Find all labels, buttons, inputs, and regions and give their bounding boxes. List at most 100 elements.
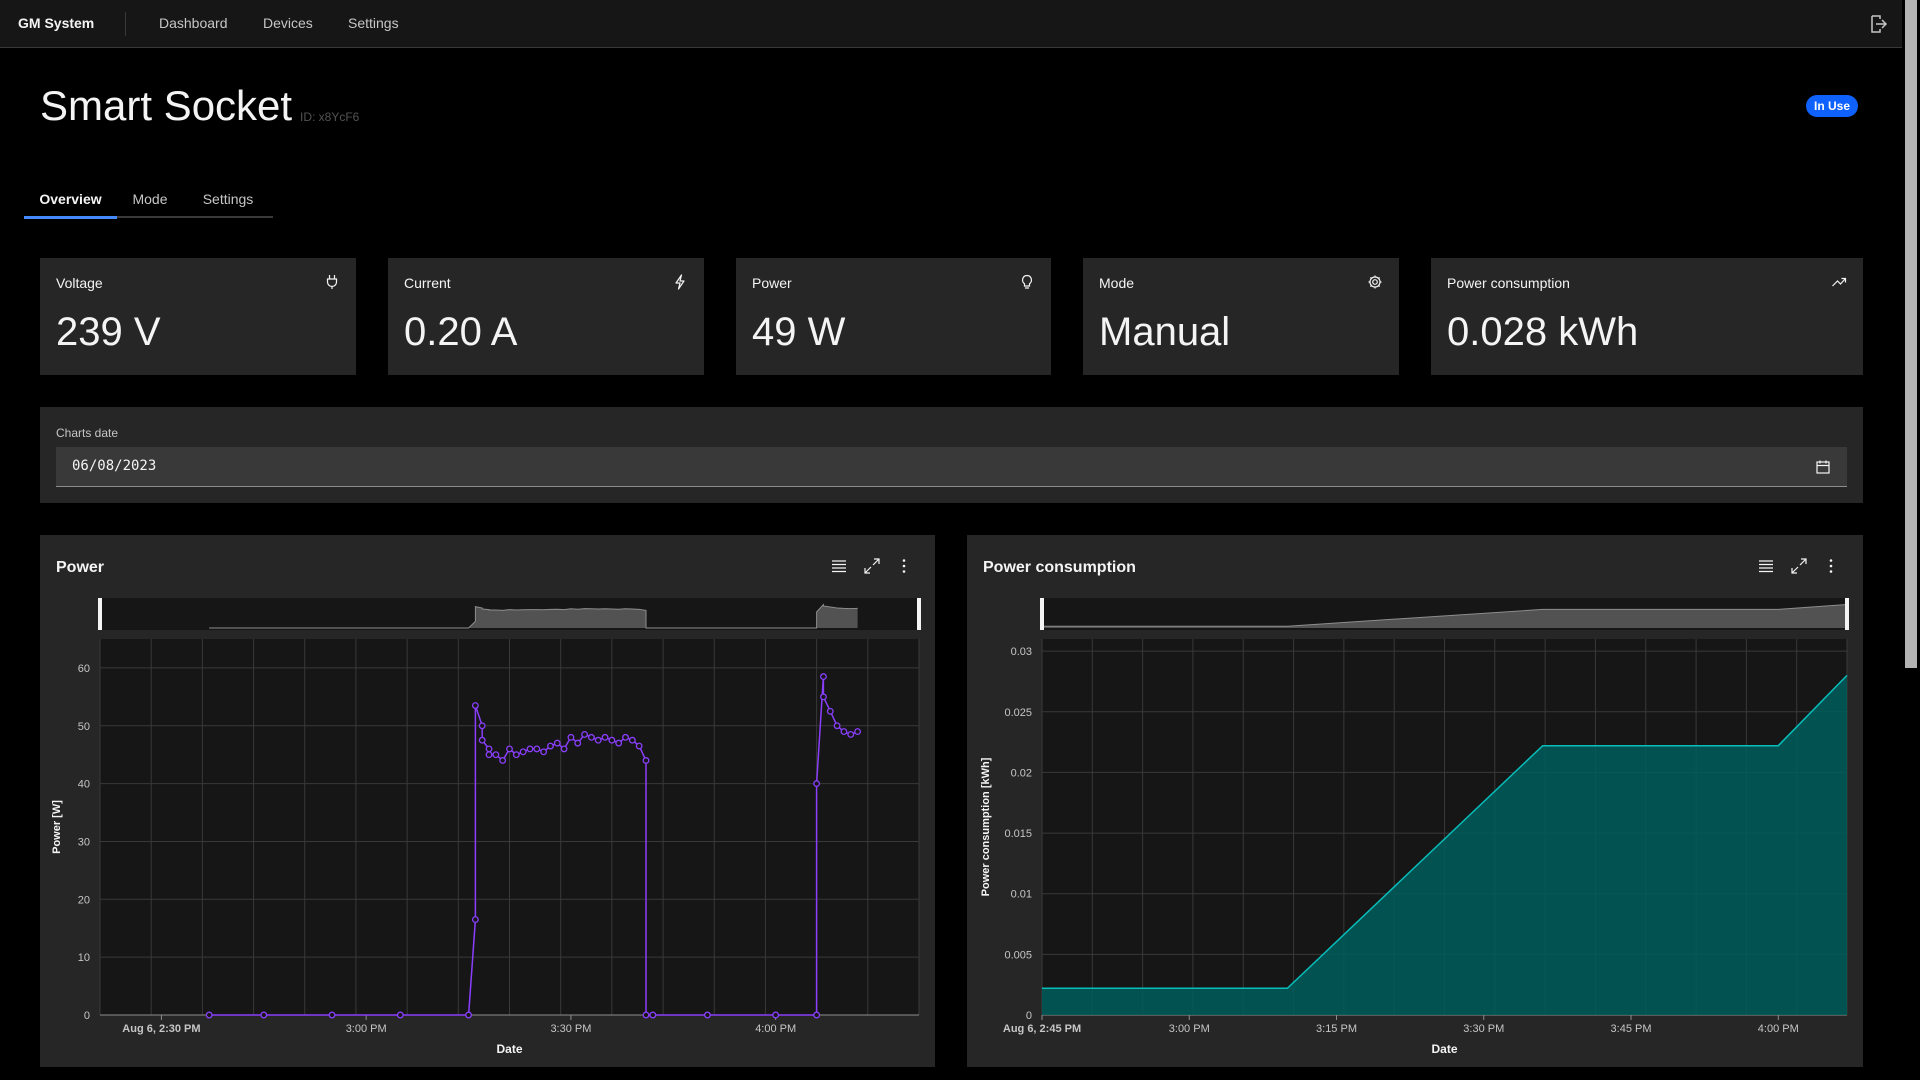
data-point [205,1011,213,1019]
navigator-handle-right [1845,598,1849,630]
x-tick-label: Aug 6, 2:45 PM [1003,1023,1081,1035]
status-badge: In Use [1806,95,1859,117]
nav-dashboard[interactable]: Dashboard [159,15,228,31]
data-point [820,673,827,681]
data-point [396,1011,404,1019]
data-point [526,745,534,753]
x-tick-label: 3:15 PM [1316,1023,1357,1035]
data-point [478,736,486,744]
scrollbar-thumb[interactable] [1905,0,1917,668]
data-point [642,1011,650,1019]
y-tick-label: 0.025 [1004,707,1032,719]
y-tick-label: 0.005 [1004,949,1032,961]
data-point [608,736,616,744]
data-point [703,1011,711,1019]
data-point [506,745,513,753]
date-label: Charts date [56,426,119,440]
card-title: Power consumption [1447,275,1570,291]
x-axis-title: Date [1431,1042,1457,1056]
gear-icon [1368,275,1382,289]
card-power: Power 49 W [736,258,1051,375]
y-axis-title: Power consumption [kWh] [980,757,992,896]
y-tick-label: 0 [84,1010,90,1022]
y-tick-label: 20 [78,894,90,906]
consumption-chart-panel: Power consumption 0 0.005 0.01 0.015 0.02 0.0… [967,535,1863,1067]
data-point [478,722,486,730]
power-chart-panel: Power 0 10 20 30 40 50 60 Aug 6, 2:30 PM 3:00 PM… [40,535,935,1067]
navigator-handle-right [917,598,921,630]
card-value: Manual [1099,310,1231,354]
data-point [328,1011,336,1019]
date-input[interactable]: 06/08/2023 [56,447,1847,487]
data-point [512,751,520,759]
data-point [499,757,507,764]
data-point [492,751,500,759]
y-tick-label: 0.03 [1011,646,1032,658]
data-point [813,1011,821,1019]
card-title: Voltage [56,275,103,291]
power-chart: 0 10 20 30 40 50 60 Aug 6, 2:30 PM 3:00 PM 3:30 P… [51,598,921,1056]
y-tick-label: 0.02 [1011,767,1032,779]
card-value: 0.028 kWh [1447,310,1639,354]
data-point [649,1011,657,1019]
top-bar: GM System Dashboard Devices Settings [0,0,1920,48]
y-tick-label: 60 [78,663,90,675]
tab-mode[interactable]: Mode [117,184,183,218]
nav-settings[interactable]: Settings [348,15,399,31]
data-point [471,916,479,924]
logout-icon[interactable] [1868,14,1888,34]
data-point [540,748,548,756]
data-point [471,702,479,709]
trend-up-icon [1832,277,1847,287]
card-title: Current [404,275,451,291]
calendar-icon[interactable] [1815,459,1831,475]
date-value[interactable]: 06/08/2023 [72,458,156,474]
data-point [594,736,602,744]
x-tick-label: Aug 6, 2:30 PM [122,1023,200,1035]
data-point [635,742,643,750]
data-point [642,757,650,764]
data-point [772,1011,780,1019]
navigator-handle-left [1040,598,1044,630]
page-title: Smart Socket [40,82,293,129]
plug-icon [326,275,338,289]
y-tick-label: 0 [1026,1010,1032,1022]
data-point [826,707,834,715]
data-point [533,745,541,753]
tab-overview[interactable]: Overview [24,184,117,219]
card-current: Current 0.20 A [388,258,704,375]
y-tick-label: 0.015 [1004,828,1032,840]
card-value: 239 V [56,310,161,354]
card-voltage: Voltage 239 V [40,258,356,375]
data-point [581,730,589,738]
data-point [622,733,629,741]
x-tick-label: 3:00 PM [1169,1023,1210,1035]
card-title: Mode [1099,275,1135,291]
brand-name[interactable]: GM System [18,15,94,31]
data-point [854,728,862,736]
data-point [574,739,582,747]
data-point [813,780,821,788]
x-tick-label: 3:00 PM [346,1023,387,1035]
data-point [560,745,568,753]
charts-date-panel: Charts date 06/08/2023 [40,407,1863,503]
data-point [547,742,554,750]
navigator-handle-left [98,598,102,630]
nav-devices[interactable]: Devices [263,15,313,31]
data-point [519,748,527,756]
data-point [615,739,623,747]
data-point [840,728,848,736]
data-point [567,733,575,741]
data-point [485,745,493,753]
x-axis-title: Date [496,1042,522,1056]
x-tick-label: 4:00 PM [1758,1023,1799,1035]
x-tick-label: 3:30 PM [550,1023,591,1035]
card-mode: Mode Manual [1083,258,1399,375]
tab-settings[interactable]: Settings [183,184,273,218]
data-point [465,1011,472,1019]
card-value: 0.20 A [404,310,518,354]
x-tick-label: 4:00 PM [755,1023,796,1035]
card-power-consumption: Power consumption 0.028 kWh [1431,258,1863,375]
card-value: 49 W [752,310,846,354]
data-point [553,739,561,747]
